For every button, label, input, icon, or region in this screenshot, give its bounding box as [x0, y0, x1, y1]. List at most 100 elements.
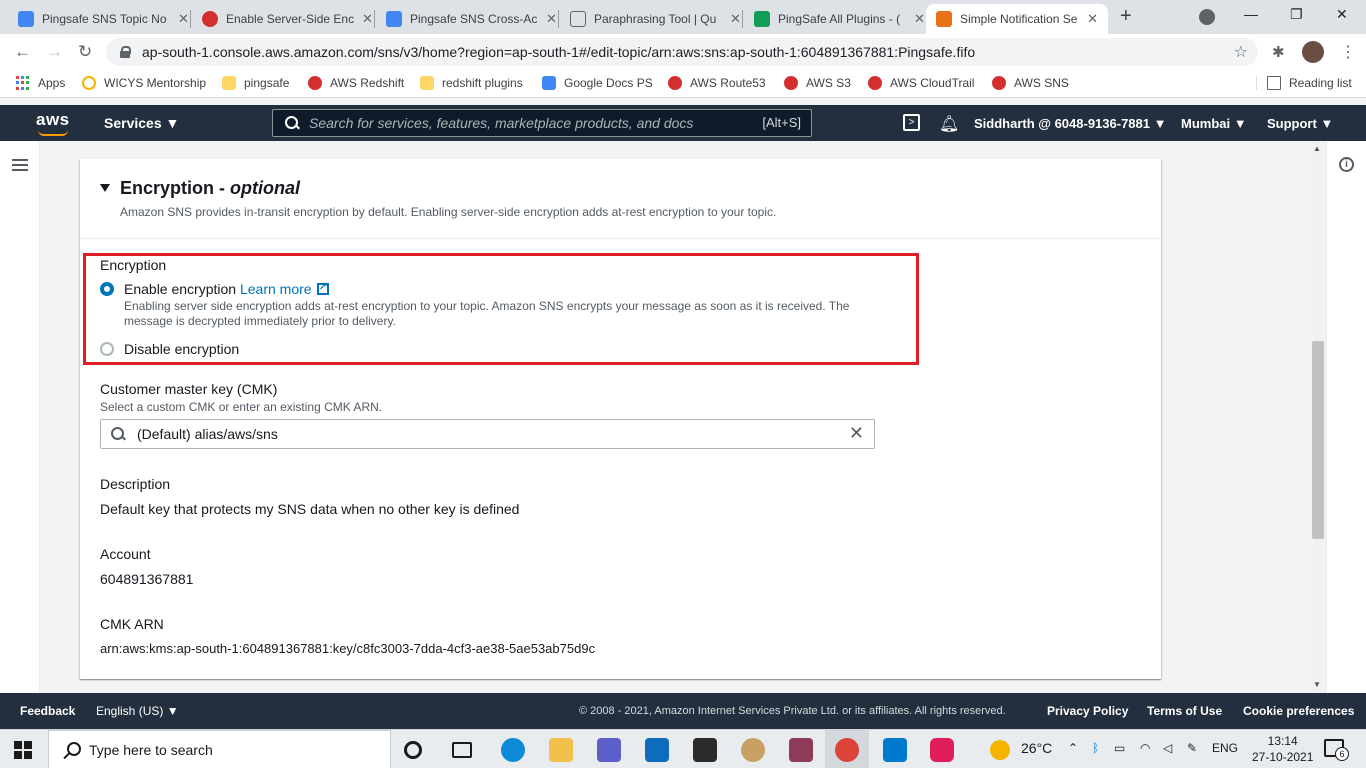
teams-icon[interactable] [597, 738, 621, 762]
mail-icon[interactable] [645, 738, 669, 762]
bookmark-label: Apps [38, 76, 66, 90]
cookie-preferences-link[interactable]: Cookie preferences [1243, 704, 1354, 718]
enable-encryption-option[interactable]: Enable encryption Learn more [124, 280, 329, 297]
scroll-up-arrow-icon[interactable]: ▲ [1313, 144, 1321, 153]
bookmark-star-icon[interactable]: ☆ [1234, 42, 1248, 62]
browser-tab-5[interactable]: Simple Notification Se ✕ [926, 4, 1108, 34]
bookmark-aws-redshift[interactable]: AWS Redshift [308, 76, 404, 90]
bookmark-apps[interactable]: Apps [16, 76, 65, 90]
bookmark-wicys[interactable]: WICYS Mentorship [82, 76, 206, 90]
learn-more-link[interactable]: Learn more [240, 281, 312, 297]
enable-encryption-radio[interactable] [100, 282, 114, 296]
tab-title: Paraphrasing Tool | Qu [594, 12, 717, 26]
back-arrow-icon[interactable]: ← [14, 42, 31, 62]
panel-header[interactable]: Encryption - optional Amazon SNS provide… [80, 159, 1161, 239]
terms-of-use-link[interactable]: Terms of Use [1147, 704, 1222, 718]
chrome-menu-icon[interactable]: ⋮ [1340, 42, 1356, 62]
reload-icon[interactable]: ↻ [78, 42, 92, 62]
input-language[interactable]: ENG [1212, 741, 1238, 755]
new-tab-icon[interactable]: + [1120, 5, 1132, 28]
reading-list[interactable]: Reading list [1256, 76, 1352, 90]
browser-tab-3[interactable]: Paraphrasing Tool | Qu ✕ [560, 4, 751, 34]
left-rail [0, 141, 40, 693]
bell-icon[interactable]: 🔔︎ [939, 114, 959, 134]
cloudshell-icon[interactable]: > [903, 114, 920, 131]
file-explorer-icon[interactable] [549, 738, 573, 762]
aws-footer: Feedback English (US) ▼ © 2008 - 2021, A… [0, 693, 1366, 729]
panel-title: Encryption - optional [120, 178, 301, 198]
collapse-caret-icon[interactable] [100, 184, 110, 192]
feedback-link[interactable]: Feedback [20, 704, 75, 718]
weather-sun-icon[interactable] [990, 740, 1010, 760]
taskbar-search-input[interactable]: Type here to search [48, 730, 391, 768]
restore-icon[interactable]: ❐ [1290, 6, 1303, 23]
vscode-icon[interactable] [883, 738, 907, 762]
address-bar[interactable]: ap-south-1.console.aws.amazon.com/sns/v3… [106, 38, 1258, 66]
clock-time: 13:14 [1267, 734, 1298, 748]
cortana-icon[interactable] [404, 741, 422, 759]
browser-tab-1[interactable]: Enable Server-Side Enc ✕ [192, 4, 383, 34]
notification-center-icon[interactable]: 6 [1324, 739, 1349, 761]
browser-tab-4[interactable]: PingSafe All Plugins - ( ✕ [744, 4, 935, 34]
slack-icon[interactable] [930, 738, 954, 762]
tab-search-icon[interactable] [1199, 9, 1215, 25]
browser-tab-2[interactable]: Pingsafe SNS Cross-Ac ✕ [376, 4, 567, 34]
language-select[interactable]: English (US) ▼ [96, 704, 179, 718]
bookmark-aws-cloudtrail[interactable]: AWS CloudTrail [868, 76, 974, 90]
bookmark-redshift-plugins[interactable]: redshift plugins [420, 76, 523, 90]
windows-start-icon[interactable] [14, 741, 32, 759]
bookmark-google-docs[interactable]: Google Docs PS [542, 76, 653, 90]
clock[interactable]: 13:14 27-10-2021 [1252, 733, 1313, 765]
search-icon [63, 742, 81, 758]
aws-search-input[interactable]: Search for services, features, marketpla… [272, 109, 812, 137]
aws-cube-icon [936, 11, 952, 27]
disable-encryption-label[interactable]: Disable encryption [124, 341, 239, 357]
close-tab-icon[interactable]: ✕ [546, 11, 557, 27]
wifi-icon[interactable]: ◠ [1140, 741, 1150, 755]
volume-icon[interactable]: ◁ [1163, 741, 1172, 755]
task-view-icon[interactable] [452, 742, 472, 758]
pen-icon[interactable]: ✎ [1187, 741, 1197, 755]
profile-avatar[interactable] [1302, 41, 1324, 63]
bluetooth-icon[interactable]: ᛒ [1092, 741, 1099, 755]
account-menu[interactable]: Siddharth @ 6048-9136-7881 ▼ [974, 116, 1166, 131]
cmk-select-input[interactable]: (Default) alias/aws/sns ✕ [100, 419, 875, 449]
bookmark-aws-sns[interactable]: AWS SNS [992, 76, 1069, 90]
window-close-icon[interactable]: ✕ [1336, 6, 1348, 23]
aws-logo[interactable]: aws [36, 110, 70, 130]
winrar-icon[interactable] [789, 738, 813, 762]
region-menu[interactable]: Mumbai ▼ [1181, 116, 1247, 131]
bookmark-aws-s3[interactable]: AWS S3 [784, 76, 851, 90]
edge-icon[interactable] [501, 738, 525, 762]
close-tab-icon[interactable]: ✕ [362, 11, 373, 27]
services-menu[interactable]: Services ▼ [104, 115, 179, 131]
disable-encryption-radio[interactable] [100, 342, 114, 356]
minimize-icon[interactable]: — [1244, 6, 1258, 22]
aws-top-nav: aws Services ▼ Search for services, feat… [0, 105, 1366, 141]
close-tab-icon[interactable]: ✕ [178, 11, 189, 27]
extensions-puzzle-icon[interactable]: ✱ [1272, 43, 1285, 61]
browser-tab-0[interactable]: Pingsafe SNS Topic No ✕ [8, 4, 199, 34]
bookmark-pingsafe[interactable]: pingsafe [222, 76, 289, 90]
chevron-up-icon[interactable]: ⌃ [1068, 741, 1078, 755]
caret-down-icon: ▼ [1153, 116, 1167, 131]
support-menu[interactable]: Support ▼ [1267, 116, 1333, 131]
hamburger-menu-icon[interactable] [12, 159, 28, 171]
forward-arrow-icon[interactable]: → [46, 42, 63, 62]
store-icon[interactable] [693, 738, 717, 762]
lock-icon[interactable] [120, 46, 131, 58]
paint-icon[interactable] [741, 738, 765, 762]
clear-icon[interactable]: ✕ [849, 423, 864, 444]
close-tab-icon[interactable]: ✕ [730, 11, 741, 27]
scroll-down-arrow-icon[interactable]: ▼ [1313, 680, 1321, 689]
scrollbar-thumb[interactable] [1312, 341, 1324, 539]
info-icon[interactable]: i [1339, 157, 1354, 172]
chrome-icon[interactable] [835, 738, 859, 762]
close-tab-icon[interactable]: ✕ [914, 11, 925, 27]
bookmark-aws-route53[interactable]: AWS Route53 [668, 76, 766, 90]
privacy-policy-link[interactable]: Privacy Policy [1047, 704, 1128, 718]
weather-temperature[interactable]: 26°C [1021, 740, 1052, 756]
close-tab-icon[interactable]: ✕ [1087, 11, 1098, 27]
battery-icon[interactable]: ▭ [1114, 741, 1125, 755]
search-icon [285, 116, 299, 130]
